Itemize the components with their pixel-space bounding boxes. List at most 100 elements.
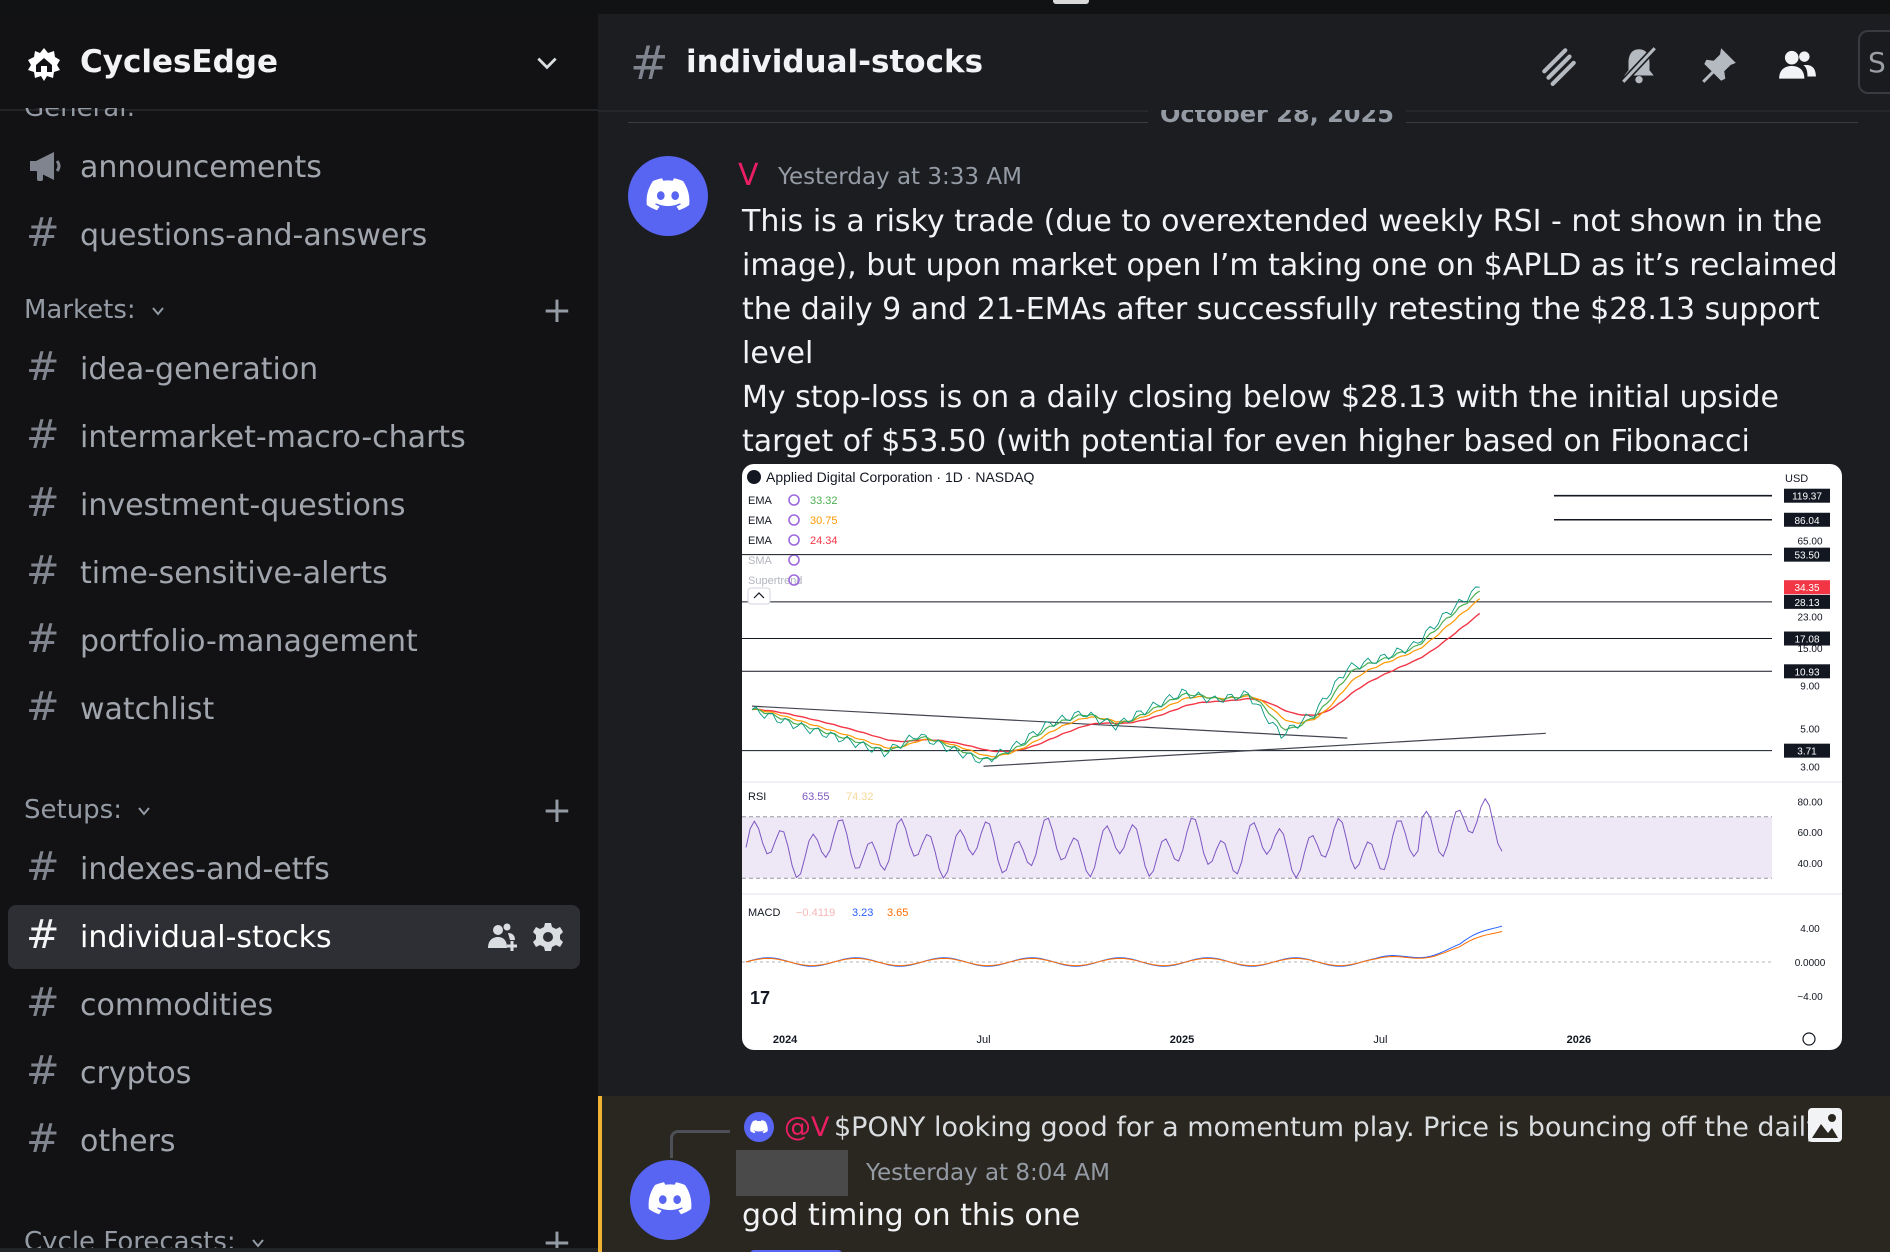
category-setups[interactable]: Setups: +	[24, 791, 574, 831]
sidebar-item-label: commodities	[80, 988, 274, 1023]
price-axis-tick: 5.00	[1800, 725, 1820, 736]
sidebar-item-indexes-and-etfs[interactable]: # indexes-and-etfs	[8, 837, 580, 901]
hash-icon: #	[26, 912, 60, 958]
ema-mid-line	[751, 598, 1481, 758]
macd-label: MACD	[748, 907, 780, 919]
date-divider-text: October 28, 2025	[1148, 110, 1406, 128]
currency-label: USD	[1785, 473, 1808, 485]
message-timestamp: Yesterday at 3:33 AM	[778, 164, 1022, 190]
sidebar-item-commodities[interactable]: # commodities	[8, 973, 580, 1037]
sidebar-item-cryptos[interactable]: # cryptos	[8, 1041, 580, 1105]
add-channel-button[interactable]: +	[542, 793, 572, 829]
legend-name: EMA	[748, 535, 773, 547]
channel-sidebar: CyclesEdge General: announcements # questi…	[0, 14, 598, 1252]
chevron-down-icon[interactable]	[534, 50, 560, 76]
chat-main: # individual-stocks S October 28, 2025 V…	[598, 14, 1890, 1252]
hash-icon: #	[26, 844, 60, 890]
ema-fast-line	[751, 590, 1481, 761]
add-channel-button[interactable]: +	[542, 293, 572, 329]
hash-icon: #	[26, 548, 60, 594]
hash-icon: #	[26, 412, 60, 458]
hash-icon: #	[26, 980, 60, 1026]
legend-toggle-icon	[788, 514, 800, 526]
reply-preview-text[interactable]: $PONY looking good for a momentum play. …	[834, 1112, 1814, 1143]
reply-avatar	[744, 1112, 774, 1142]
create-invite-icon[interactable]	[486, 921, 518, 953]
discord-logo-icon	[646, 178, 690, 211]
legend-name: EMA	[748, 495, 773, 507]
sidebar-item-questions-and-answers[interactable]: # questions-and-answers	[8, 203, 580, 267]
price-axis-tick: 3.00	[1800, 762, 1820, 773]
price-axis-tick: 9.00	[1800, 682, 1820, 693]
sidebar-item-label: intermarket-macro-charts	[80, 420, 466, 455]
message-text-paragraph-1: This is a risky trade (due to overextend…	[742, 204, 1838, 371]
chevron-down-icon	[138, 807, 150, 816]
level-tag-label: 10.93	[1794, 667, 1819, 678]
legend-value: 24.34	[810, 535, 838, 547]
sidebar-item-announcements[interactable]: announcements	[8, 135, 580, 199]
legend-value: 30.75	[810, 515, 838, 527]
chart-settings-icon	[1802, 1032, 1816, 1046]
legend-toggle-icon	[788, 534, 800, 546]
category-label: Setups:	[24, 795, 122, 825]
category-general-clipped[interactable]: General:	[24, 108, 135, 122]
reply-mention[interactable]: @V	[784, 1112, 829, 1143]
sidebar-item-label: time-sensitive-alerts	[80, 556, 388, 591]
ema-slow-line	[751, 612, 1481, 753]
sidebar-item-others[interactable]: # others	[8, 1109, 580, 1173]
macd-value-3: 3.65	[887, 907, 908, 919]
message-author[interactable]: V	[738, 158, 759, 193]
server-name: CyclesEdge	[80, 44, 279, 80]
tradingview-logo-icon	[747, 470, 761, 484]
x-axis-tick: Jul	[977, 1034, 991, 1046]
category-markets[interactable]: Markets: +	[24, 291, 574, 331]
members-icon[interactable]	[1776, 44, 1818, 86]
threads-icon[interactable]	[1538, 44, 1580, 86]
level-tag-label: 119.37	[1792, 492, 1822, 503]
mute-bell-icon[interactable]	[1618, 44, 1660, 86]
chart-image-attachment[interactable]: Applied Digital Corporation · 1D · NASDA…	[742, 464, 1842, 1050]
level-tag-label: 34.35	[1794, 583, 1819, 594]
image-icon	[1808, 1108, 1842, 1142]
macd-value-2: 3.23	[852, 907, 873, 919]
sidebar-item-portfolio-management[interactable]: # portfolio-management	[8, 609, 580, 673]
avatar[interactable]	[628, 156, 708, 236]
legend-value: 33.32	[810, 495, 838, 507]
level-tag-label: 53.50	[1794, 551, 1819, 562]
gear-icon[interactable]	[532, 921, 564, 953]
sidebar-item-individual-stocks[interactable]: # individual-stocks	[8, 905, 580, 969]
macd-line	[745, 925, 1503, 967]
discord-logo-icon	[750, 1120, 768, 1134]
x-axis-tick: Jul	[1373, 1034, 1387, 1046]
rsi-axis-tick: 40.00	[1797, 859, 1822, 870]
macd-signal-line	[745, 931, 1503, 967]
pin-icon[interactable]	[1698, 44, 1740, 86]
sidebar-item-watchlist[interactable]: # watchlist	[8, 677, 580, 741]
sidebar-item-label: watchlist	[80, 692, 215, 727]
x-axis-tick: 2025	[1170, 1034, 1194, 1046]
message-text: god timing on this one	[742, 1198, 1081, 1233]
avatar[interactable]	[630, 1160, 710, 1240]
sidebar-item-time-sensitive-alerts[interactable]: # time-sensitive-alerts	[8, 541, 580, 605]
rsi-label: RSI	[748, 791, 766, 803]
channel-title: individual-stocks	[686, 44, 984, 80]
macd-value: −0.4119	[796, 907, 835, 919]
sidebar-item-investment-questions[interactable]: # investment-questions	[8, 473, 580, 537]
hash-icon: #	[26, 344, 60, 390]
macd-axis-tick: 0.0000	[1795, 958, 1826, 969]
search-input[interactable]: S	[1858, 30, 1890, 94]
server-header[interactable]: CyclesEdge	[0, 14, 598, 111]
hash-icon: #	[26, 1048, 60, 1094]
price-line	[751, 586, 1480, 764]
sidebar-item-label: individual-stocks	[80, 920, 332, 955]
sidebar-item-intermarket-macro-charts[interactable]: # intermarket-macro-charts	[8, 405, 580, 469]
ascending-trendline	[983, 732, 1546, 767]
legend-name: SMA	[748, 555, 773, 567]
hash-icon: #	[26, 480, 60, 526]
legend-toggle-icon	[788, 554, 800, 566]
rsi-value: 63.55	[802, 791, 830, 803]
sidebar-item-idea-generation[interactable]: # idea-generation	[8, 337, 580, 401]
chart-title: Applied Digital Corporation · 1D · NASDA…	[766, 469, 1035, 485]
date-divider: October 28, 2025	[628, 110, 1858, 130]
level-tag-label: 86.04	[1794, 516, 1819, 527]
